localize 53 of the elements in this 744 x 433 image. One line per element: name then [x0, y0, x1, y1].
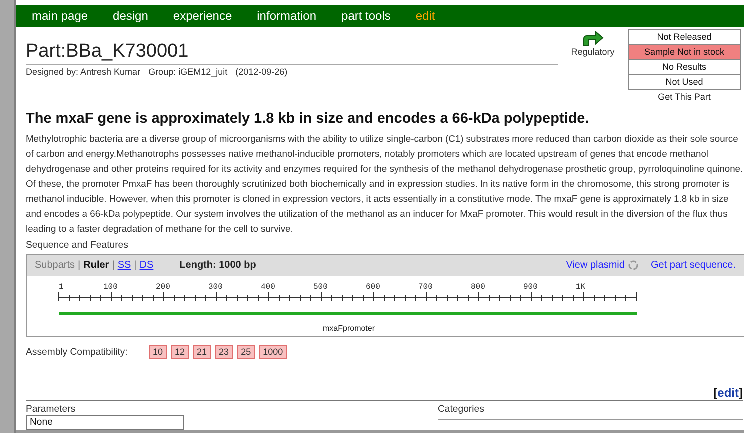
- ruler-label: 300: [208, 283, 223, 292]
- circle-icon: [628, 260, 639, 271]
- ruler-label: 600: [366, 283, 380, 292]
- ruler-label: 800: [471, 283, 486, 292]
- part-title: Part:BBa_K730001: [26, 41, 558, 65]
- part-type-label: Regulatory: [571, 47, 615, 57]
- standard-badge: 12: [171, 345, 190, 359]
- view-tab[interactable]: DS: [140, 260, 154, 271]
- ruler-label: 900: [524, 283, 538, 292]
- status-cell: Sample Not in stock: [628, 44, 741, 60]
- parameters-value: None: [26, 415, 184, 430]
- ruler-label: 500: [314, 283, 328, 292]
- group-text: Group: iGEM12_juit: [148, 67, 228, 77]
- section-label: Sequence and Features: [26, 240, 130, 251]
- separator-text: |: [134, 260, 137, 271]
- nav-link[interactable]: information: [257, 9, 317, 23]
- status-cell: No Results: [628, 59, 741, 75]
- ruler-label: 700: [418, 283, 433, 292]
- nav-link[interactable]: main page: [32, 9, 88, 23]
- view-tab[interactable]: SS: [118, 260, 132, 271]
- get-sequence-link[interactable]: Get part sequence.: [650, 260, 736, 271]
- standard-badge: 21: [193, 345, 212, 359]
- designer-text: Designed by: Antresh Kumar: [26, 67, 141, 77]
- standard-badge: 23: [215, 345, 234, 359]
- separator-text: |: [112, 260, 115, 271]
- nav-link[interactable]: design: [113, 9, 148, 23]
- ruler-label: 200: [156, 283, 170, 292]
- description-heading: The mxaF gene is approximately 1.8 kb in size and encodes a 66-kDa polypeptide.: [26, 111, 590, 127]
- ruler-label: 100: [104, 283, 118, 292]
- ruler-label: 1K: [576, 283, 586, 292]
- arrow-icon: [581, 31, 605, 47]
- categories-label: Categories: [438, 404, 743, 420]
- status-cell: Not Used: [628, 74, 741, 90]
- length-text: Length: 1000 bp: [180, 260, 256, 271]
- view-plasmid-link[interactable]: View plasmid: [566, 260, 625, 271]
- get-part-link[interactable]: Get This Part: [658, 92, 711, 102]
- separator-text: |: [78, 260, 81, 271]
- standard-badge: 1000: [259, 345, 288, 359]
- parameters-label: Parameters: [26, 404, 77, 415]
- standard-badge: 25: [237, 345, 256, 359]
- description-paragraph: Methylotrophic bacteria are a diverse group of microorganisms with the ability to utilize single-carbon (C1) substrates more reduced than carbon dioxide as their sole source of carbon and energy.Methanotrophs possesses native methanol-inducible promoters, notably promoters which are located upstream of genes that encode methanol dehydrogenase and other proteins required for its activity and enzymes required for the synthesis of the methanol dehydrogenase prosthetic group, pyrroloquinoline quinone. Of these, the promoter PmxaF has been thoroughly scrutinized both biochemically and in expression studies. In its native form in the chromosome, this strong promoter is methanol inducible. However, when this promoter is cloned in expression vectors, it acts essentially in a constitutive mode. The mxaF gene is approximately 1.8 kb in size and encodes a 66-kDa polypeptide. Our system involves the utilization of the methanol as an inducer for MxaF promoter. This would result in the diversion of the flux thus leading to a faster degradation of methane for the cell to survive.: [26, 132, 744, 236]
- nav-link[interactable]: edit: [416, 9, 436, 23]
- ruler-label: 1: [59, 283, 64, 292]
- nav-link[interactable]: experience: [173, 9, 232, 23]
- ruler-label: 400: [261, 283, 276, 292]
- status-cell: Not Released: [628, 29, 741, 45]
- assembly-label: Assembly Compatibility:: [26, 346, 129, 358]
- edit-link[interactable]: [edit]: [714, 386, 743, 400]
- feature-label: mxaFpromoter: [323, 324, 376, 333]
- standard-badge: 10: [149, 345, 168, 359]
- view-tab[interactable]: Ruler: [84, 260, 110, 271]
- date-text: (2012-09-26): [236, 67, 288, 77]
- nav-link[interactable]: part tools: [342, 9, 391, 23]
